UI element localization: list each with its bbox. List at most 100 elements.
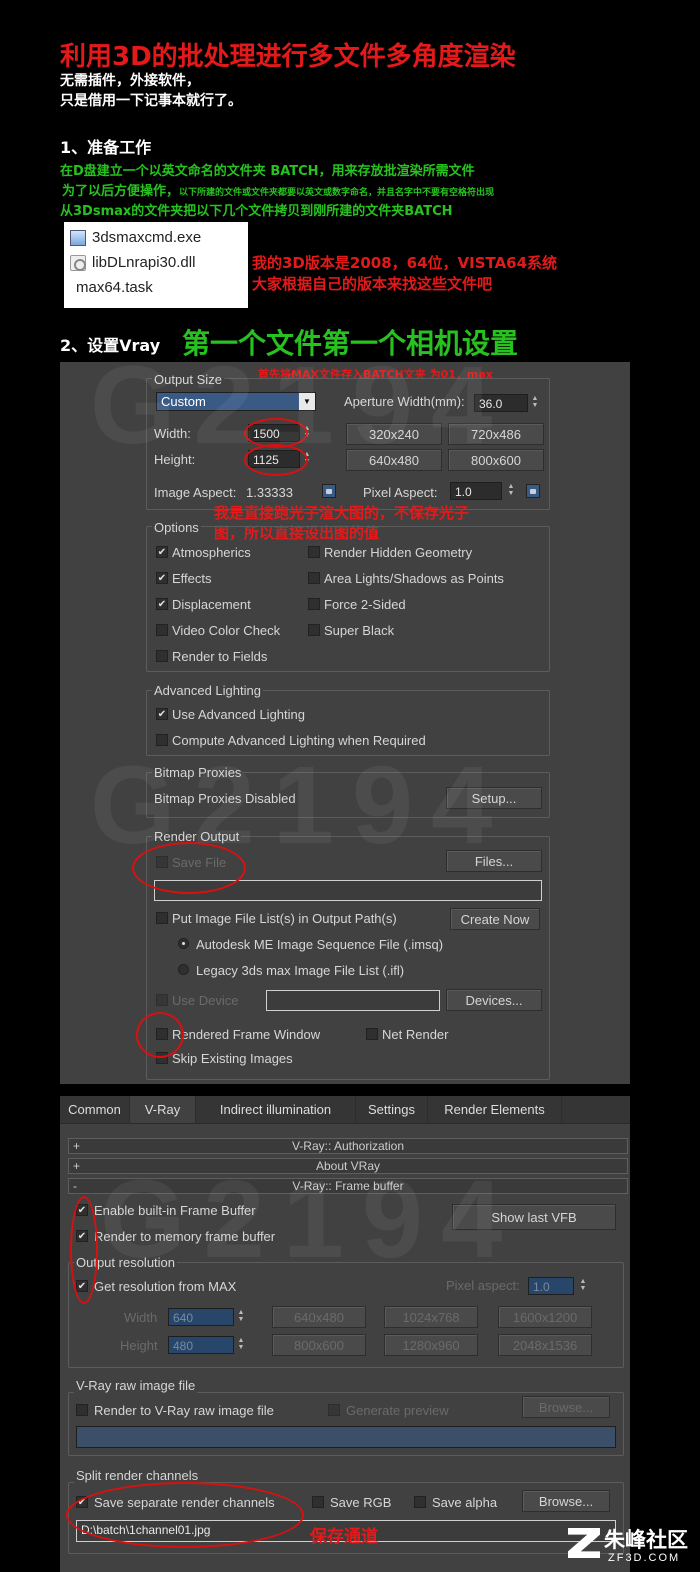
channels-browse-button[interactable]: Browse... [522,1490,610,1512]
save-rgb-label: Save RGB [330,1495,392,1510]
tab-vray[interactable]: V-Ray [130,1096,196,1123]
file-item[interactable]: 3dsmaxcmd.exe [70,225,242,250]
rollout-title: V-Ray:: Authorization [291,1139,405,1153]
device-field[interactable] [266,990,440,1011]
res-1600x1200-button[interactable]: 1600x1200 [498,1306,592,1328]
save-rgb-checkbox[interactable] [312,1496,324,1508]
vray-width-label: Width [124,1310,158,1325]
render-hidden-label: Render Hidden Geometry [324,545,473,560]
create-now-button[interactable]: Create Now [450,908,540,930]
raw-path-field[interactable] [76,1426,616,1448]
render-hidden-checkbox[interactable] [308,546,320,558]
file-list: 3dsmaxcmd.exe libDLnrapi30.dll max64.tas… [64,222,248,308]
save-alpha-checkbox[interactable] [414,1496,426,1508]
generate-preview-checkbox[interactable] [328,1404,340,1416]
imsq-label: Autodesk ME Image Sequence File (.imsq) [196,937,444,952]
res-800x600-button[interactable]: 800x600 [272,1334,366,1356]
file-item[interactable]: libDLnrapi30.dll [70,250,242,275]
area-lights-label: Area Lights/Shadows as Points [324,571,504,586]
atmospherics-label: Atmospherics [172,545,251,560]
area-lights-checkbox[interactable] [308,572,320,584]
ifl-radio[interactable] [178,964,189,975]
force-2sided-checkbox[interactable] [308,598,320,610]
pixel-aspect-label: Pixel Aspect: [363,485,438,500]
advanced-lighting-title: Advanced Lighting [152,683,263,698]
image-aspect-lock-icon[interactable] [322,484,336,498]
devices-button[interactable]: Devices... [446,989,542,1011]
page-title: 利用3D的批处理进行多文件多角度渲染 [60,42,516,72]
ifl-label: Legacy 3ds max Image File List (.ifl) [196,963,405,978]
tab-settings[interactable]: Settings [356,1096,428,1123]
vray-height-label: Height [120,1338,158,1353]
effects-checkbox[interactable]: ✔ [156,572,168,584]
imsq-radio[interactable] [178,938,189,949]
highlight-save-separate-oval [66,1482,304,1548]
logo-z-icon [568,1528,600,1558]
aperture-spinner[interactable]: ▲ ▼ [530,395,540,409]
effects-label: Effects [172,571,212,586]
render-raw-checkbox[interactable] [76,1404,88,1416]
generate-preview-label: Generate preview [346,1403,449,1418]
highlight-frame-window-oval [136,1012,184,1058]
net-render-label: Net Render [382,1027,449,1042]
displacement-checkbox[interactable]: ✔ [156,598,168,610]
put-image-list-checkbox[interactable] [156,912,168,924]
step-c-text: 从3Dsmax的文件夹把以下几个文件拷贝到刚所建的文件夹BATCH [60,204,453,219]
expand-icon: + [73,1159,81,1173]
rendered-frame-window-label: Rendered Frame Window [172,1027,321,1042]
use-adv-lighting-label: Use Advanced Lighting [172,707,305,722]
vray-pixel-aspect-field[interactable]: 1.0 [528,1277,574,1295]
options-title: Options [152,520,201,535]
image-aspect-label: Image Aspect: [154,485,237,500]
put-image-list-label: Put Image File List(s) in Output Path(s) [172,911,397,926]
common-panel: 首先将MAX文件存入BATCH文夹 为01．max Output Size Cu… [60,344,630,1084]
raw-browse-button[interactable]: Browse... [522,1396,610,1418]
pixel-aspect-lock-icon[interactable] [526,484,540,498]
split-channels-title: Split render channels [74,1468,201,1483]
pixel-aspect-spinner[interactable]: ▲ ▼ [506,483,516,497]
site-logo: 朱峰社区 ZF3D.COM [568,1524,696,1568]
file-item[interactable]: max64.task [70,275,242,300]
render-raw-label: Render to V-Ray raw image file [94,1403,274,1418]
step-b-note: 以下所建的文件或文件夹都要以英文或数字命名，并且名字中不要有空格符出现 [179,188,495,198]
tab-indirect-illumination[interactable]: Indirect illumination [196,1096,356,1123]
step-a-text: 在D盘建立一个以英文命名的文件夹 BATCH，用来存放批渲染所需文件 [60,164,475,179]
atmospherics-checkbox[interactable]: ✔ [156,546,168,558]
vray-height-spinner[interactable]: ▲ ▼ [236,1337,246,1351]
intro-line-1: 无需插件，外接软件， [60,73,200,89]
res-2048x1536-button[interactable]: 2048x1536 [498,1334,592,1356]
dll-file-icon [70,254,86,271]
vray-width-spinner[interactable]: ▲ ▼ [236,1309,246,1323]
exe-file-icon [70,229,86,246]
vray-pixel-aspect-spinner[interactable]: ▲ ▼ [578,1278,588,1292]
watermark-text: G2194 [100,1158,521,1281]
file-name: 3dsmaxcmd.exe [92,229,202,246]
step-b-main: 为了以后方便操作， [62,184,180,199]
channel-note: 保存通道 [310,1527,378,1547]
render-fields-checkbox[interactable] [156,650,168,662]
displacement-label: Displacement [172,597,251,612]
net-render-checkbox[interactable] [366,1028,378,1040]
expand-icon: + [73,1139,81,1153]
use-adv-lighting-checkbox[interactable]: ✔ [156,708,168,720]
res-1280x960-button[interactable]: 1280x960 [384,1334,478,1356]
site-name-cn: 朱峰社区 [604,1528,688,1552]
super-black-checkbox[interactable] [308,624,320,636]
vray-panel: Common V-Ray Indirect illumination Setti… [60,1096,630,1572]
save-alpha-label: Save alpha [432,1495,498,1510]
use-device-checkbox[interactable] [156,994,168,1006]
version-note-1: 我的3D版本是2008，64位，VISTA64系统 [252,254,558,272]
res-640x480-button[interactable]: 640x480 [272,1306,366,1328]
tab-render-elements[interactable]: Render Elements [428,1096,562,1123]
intro-line-2: 只是借用一下记事本就行了。 [60,93,242,109]
file-name: max64.task [76,279,153,296]
vray-width-field[interactable]: 640 [168,1308,234,1326]
raw-image-title: V-Ray raw image file [74,1378,198,1393]
res-1024x768-button[interactable]: 1024x768 [384,1306,478,1328]
vray-height-field[interactable]: 480 [168,1336,234,1354]
rollout-authorization[interactable]: + V-Ray:: Authorization [68,1138,628,1154]
tab-common[interactable]: Common [60,1096,130,1123]
force-2sided-label: Force 2-Sided [324,597,406,612]
pixel-aspect-field[interactable]: 1.0 [450,482,502,500]
video-color-checkbox[interactable] [156,624,168,636]
